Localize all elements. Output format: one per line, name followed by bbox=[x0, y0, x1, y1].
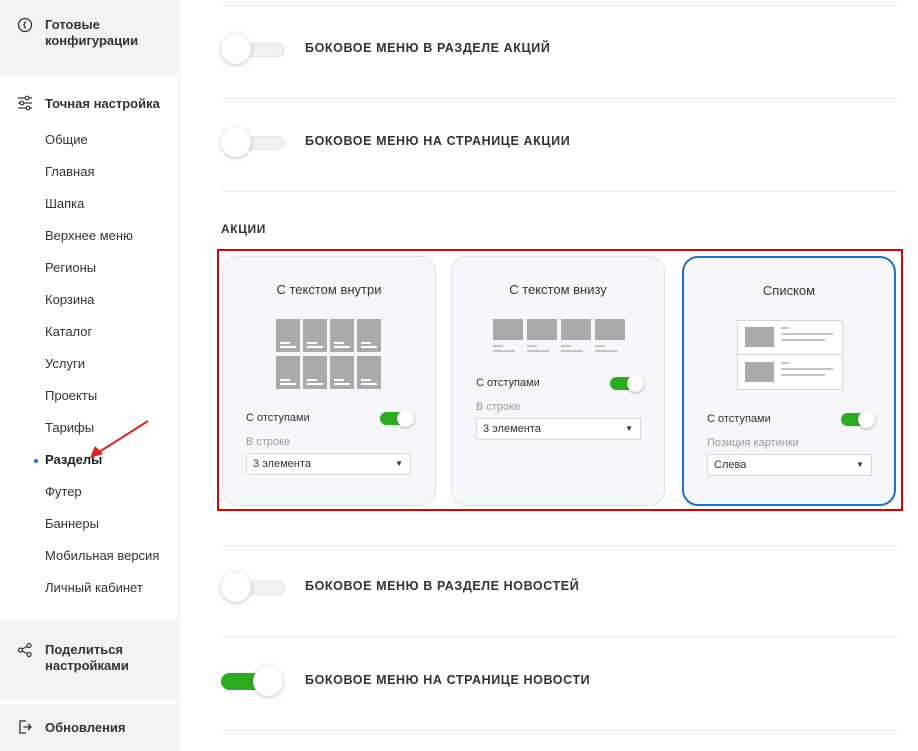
per-row-select[interactable]: 3 элемента ▼ bbox=[476, 418, 641, 440]
sidebar-ready-configs-label: Готовые конфигурации bbox=[45, 17, 139, 48]
news-section-menu-label: Боковое меню в разделе новостей bbox=[305, 579, 580, 593]
sidebar: Готовые конфигурации Точная настройка Об… bbox=[0, 0, 180, 751]
sidebar-item-header[interactable]: Шапка bbox=[45, 195, 84, 213]
sidebar-share-settings-label: Поделиться настройками bbox=[45, 642, 129, 673]
per-row-label: В строке bbox=[246, 436, 291, 448]
sidebar-ready-configs[interactable]: Готовые конфигурации bbox=[0, 0, 180, 75]
sidebar-share-settings[interactable]: Поделиться настройками bbox=[0, 620, 180, 700]
news-section-menu-toggle[interactable] bbox=[221, 572, 285, 602]
sidebar-item-regions[interactable]: Регионы bbox=[45, 259, 96, 277]
image-position-select-value: Слева bbox=[714, 459, 747, 471]
divider bbox=[221, 545, 897, 546]
per-row-select-value: 3 элемента bbox=[253, 458, 311, 470]
divider bbox=[221, 98, 897, 99]
divider bbox=[221, 730, 897, 731]
sidebar-item-banners[interactable]: Баннеры bbox=[45, 515, 99, 533]
news-page-menu-label: Боковое меню на странице новости bbox=[305, 673, 591, 687]
sidebar-fine-tuning-label: Точная настройка bbox=[45, 96, 160, 111]
sidebar-item-cart[interactable]: Корзина bbox=[45, 291, 95, 309]
layout-card-text-below[interactable]: С текстом внизу С отступами В строке 3 э… bbox=[451, 256, 665, 506]
sidebar-updates[interactable]: Обновления bbox=[0, 704, 180, 751]
active-indicator-dot bbox=[34, 459, 38, 463]
divider bbox=[221, 191, 897, 192]
news-page-menu-toggle[interactable] bbox=[221, 666, 285, 696]
indent-toggle[interactable] bbox=[610, 375, 644, 392]
promo-section-menu-toggle[interactable] bbox=[221, 34, 285, 64]
sidebar-item-projects[interactable]: Проекты bbox=[45, 387, 97, 405]
sidebar-item-catalog[interactable]: Каталог bbox=[45, 323, 92, 341]
divider bbox=[221, 5, 897, 6]
caret-down-icon: ▼ bbox=[856, 460, 864, 469]
per-row-select-value: 3 элемента bbox=[483, 423, 541, 435]
sidebar-item-main[interactable]: Главная bbox=[45, 163, 94, 181]
card-title: С текстом внизу bbox=[509, 282, 607, 297]
sidebar-item-services[interactable]: Услуги bbox=[45, 355, 85, 373]
indent-option-label: С отступами bbox=[476, 377, 540, 389]
sidebar-fine-tuning[interactable]: Точная настройка bbox=[0, 90, 180, 118]
image-position-select[interactable]: Слева ▼ bbox=[707, 454, 872, 476]
setting-row-promo-section-menu: Боковое меню в разделе акций bbox=[221, 30, 897, 70]
red-arrow-annotation bbox=[90, 420, 149, 458]
promo-section-menu-label: Боковое меню в разделе акций bbox=[305, 41, 551, 55]
share-icon bbox=[17, 642, 33, 658]
main-content: Боковое меню в разделе акций Боковое мен… bbox=[181, 0, 918, 751]
divider bbox=[221, 636, 897, 637]
setting-row-news-section-menu: Боковое меню в разделе новостей bbox=[221, 568, 897, 608]
sidebar-item-general[interactable]: Общие bbox=[45, 131, 88, 149]
card-title: Списком bbox=[762, 283, 816, 298]
promo-section-title: АКЦИИ bbox=[221, 222, 267, 236]
sidebar-item-footer[interactable]: Футер bbox=[45, 483, 82, 501]
caret-down-icon: ▼ bbox=[395, 459, 403, 468]
per-row-select[interactable]: 3 элемента ▼ bbox=[246, 453, 411, 475]
sidebar-item-account[interactable]: Личный кабинет bbox=[45, 579, 143, 597]
per-row-label: В строке bbox=[476, 401, 521, 413]
sidebar-item-mobile[interactable]: Мобильная версия bbox=[45, 547, 159, 565]
indent-toggle[interactable] bbox=[841, 411, 875, 428]
layout-card-text-inside[interactable]: С текстом внутри С отступами В строке 3 … bbox=[222, 256, 436, 506]
layout-card-list[interactable]: Списком С отступами Позиция картинки Сле… bbox=[682, 256, 896, 506]
promo-page-menu-toggle[interactable] bbox=[221, 127, 285, 157]
caret-down-icon: ▼ bbox=[625, 424, 633, 433]
sidebar-item-top-menu[interactable]: Верхнее меню bbox=[45, 227, 133, 245]
promo-page-menu-label: Боковое меню на странице акции bbox=[305, 134, 571, 148]
setting-row-news-page-menu: Боковое меню на странице новости bbox=[221, 662, 897, 702]
compass-icon bbox=[17, 17, 33, 33]
sidebar-updates-label: Обновления bbox=[45, 720, 126, 735]
indent-toggle[interactable] bbox=[380, 410, 414, 427]
indent-option-label: С отступами bbox=[246, 412, 310, 424]
setting-row-promo-page-menu: Боковое меню на странице акции bbox=[221, 123, 897, 163]
card-title: С текстом внутри bbox=[276, 282, 382, 297]
sliders-icon bbox=[17, 95, 33, 111]
image-position-label: Позиция картинки bbox=[707, 437, 799, 449]
logout-icon bbox=[17, 719, 33, 735]
indent-option-label: С отступами bbox=[707, 413, 771, 425]
